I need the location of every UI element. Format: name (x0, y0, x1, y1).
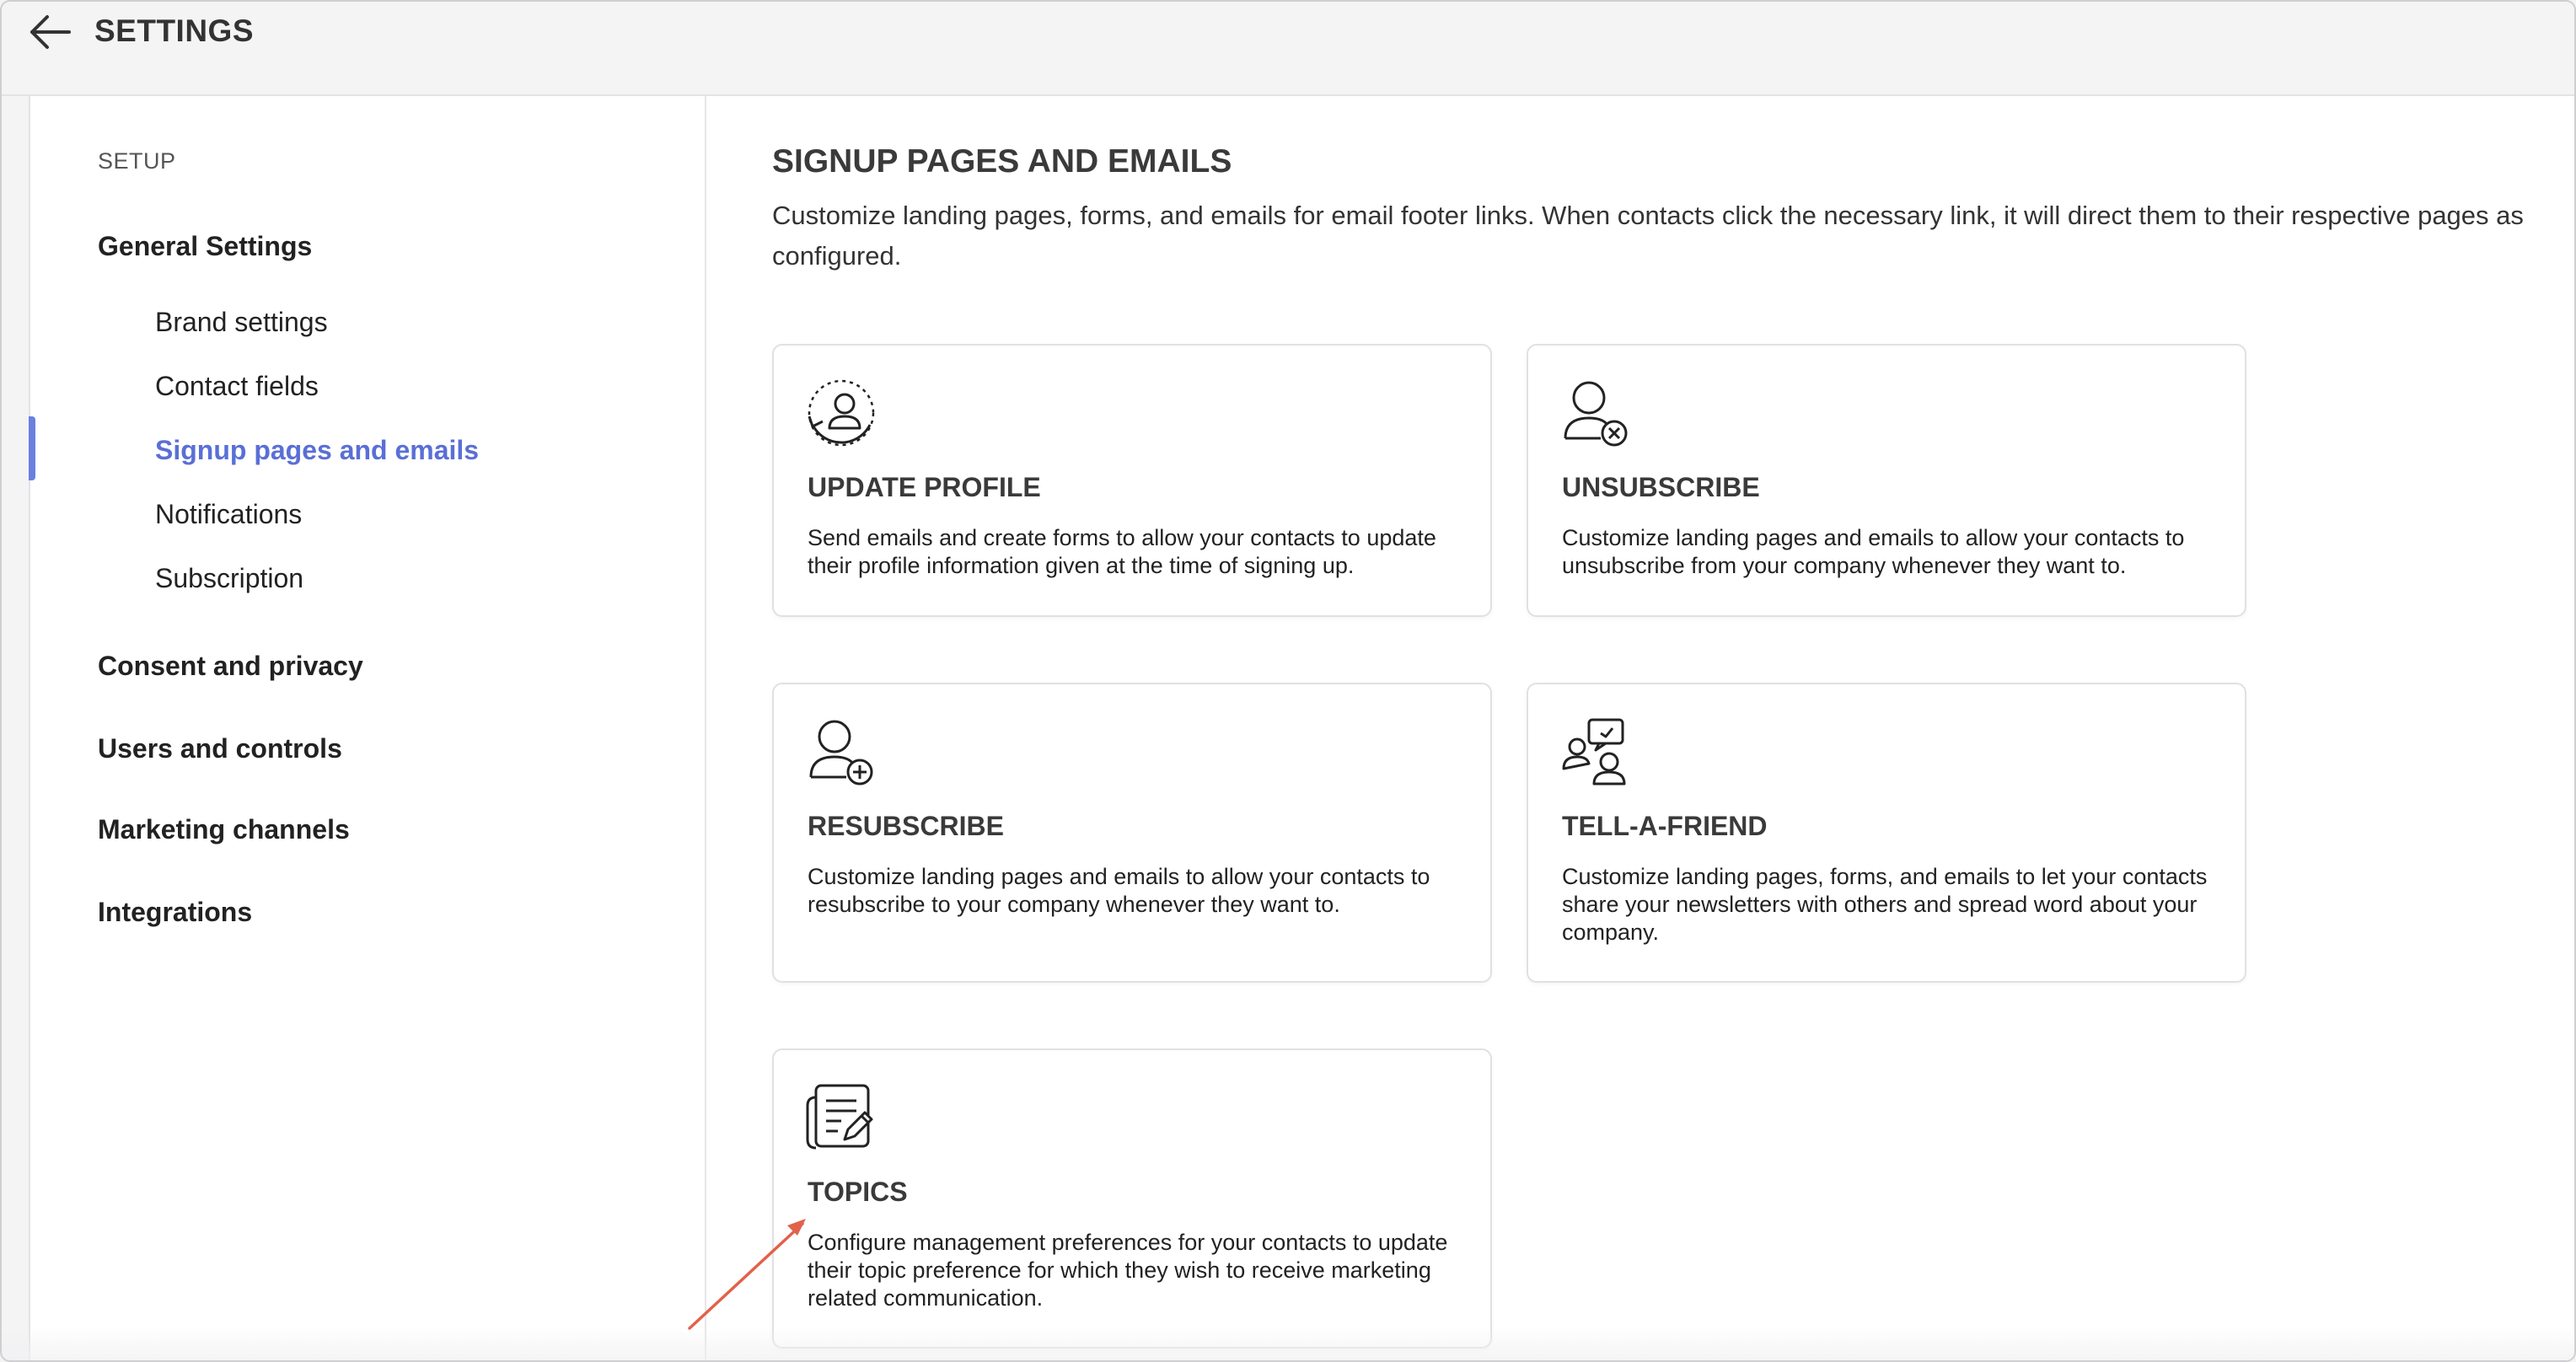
section-title: SIGNUP PAGES AND EMAILS (772, 143, 1232, 180)
back-button[interactable] (27, 12, 74, 52)
bottom-fade (2, 1327, 2574, 1360)
sidebar-group-consent-and-privacy[interactable]: Consent and privacy (98, 651, 363, 682)
card-description: Send emails and create forms to allow yo… (808, 525, 1436, 578)
active-indicator (29, 416, 35, 480)
section-description: Customize landing pages, forms, and emai… (772, 201, 2524, 271)
card-title: RESUBSCRIBE (808, 811, 1004, 841)
card-resubscribe[interactable]: RESUBSCRIBE Customize landing pages and … (772, 683, 1492, 983)
sidebar-item-subscription[interactable]: Subscription (155, 563, 303, 594)
top-bar: SETTINGS (2, 2, 2574, 96)
tell-a-friend-icon (1559, 715, 1633, 789)
settings-window: SETTINGS SETUP General Settings Brand se… (0, 0, 2576, 1362)
update-profile-icon (804, 376, 878, 450)
sidebar-item-notifications[interactable]: Notifications (155, 499, 302, 530)
sidebar-item-signup-pages-and-emails[interactable]: Signup pages and emails (155, 435, 479, 466)
sidebar-item-brand-settings[interactable]: Brand settings (155, 307, 328, 338)
page-title: SETTINGS (94, 13, 255, 48)
arrow-left-icon (30, 15, 71, 49)
sidebar-item-contact-fields[interactable]: Contact fields (155, 371, 319, 402)
card-unsubscribe[interactable]: UNSUBSCRIBE Customize landing pages and … (1527, 344, 2246, 617)
resubscribe-icon (804, 715, 878, 789)
sidebar: SETUP General Settings Brand settings Co… (29, 96, 706, 1360)
sidebar-group-marketing-channels[interactable]: Marketing channels (98, 814, 350, 845)
sidebar-section-label: SETUP (98, 148, 176, 174)
content-area: SIGNUP PAGES AND EMAILS Customize landin… (772, 96, 2574, 1360)
card-update-profile[interactable]: UPDATE PROFILE Send emails and create fo… (772, 344, 1492, 617)
sidebar-group-integrations[interactable]: Integrations (98, 897, 252, 928)
card-description: Configure management preferences for you… (808, 1230, 1448, 1311)
sidebar-group-users-and-controls[interactable]: Users and controls (98, 733, 342, 764)
card-tell-a-friend[interactable]: TELL-A-FRIEND Customize landing pages, f… (1527, 683, 2246, 983)
sidebar-group-general-settings[interactable]: General Settings (98, 231, 312, 262)
unsubscribe-icon (1559, 376, 1633, 450)
card-topics[interactable]: TOPICS Configure management preferences … (772, 1048, 1492, 1349)
main-panel: SETUP General Settings Brand settings Co… (29, 94, 2574, 1360)
card-description: Customize landing pages and emails to al… (808, 864, 1430, 917)
card-title: TELL-A-FRIEND (1562, 811, 1768, 841)
card-title: TOPICS (808, 1177, 908, 1207)
card-title: UNSUBSCRIBE (1562, 472, 1760, 502)
card-description: Customize landing pages, forms, and emai… (1562, 864, 2208, 945)
topics-icon (804, 1080, 878, 1155)
card-title: UPDATE PROFILE (808, 472, 1041, 502)
card-description: Customize landing pages and emails to al… (1562, 525, 2185, 578)
